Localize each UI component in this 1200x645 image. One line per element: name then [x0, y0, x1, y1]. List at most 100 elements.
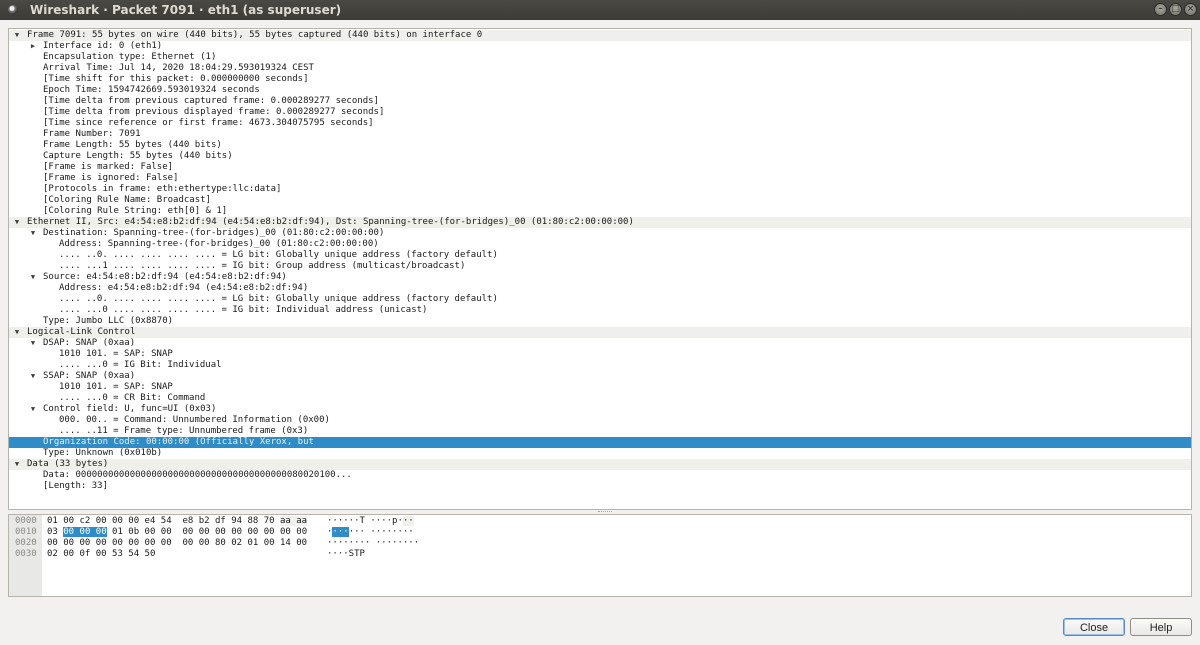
title-bar: Wireshark · Packet 7091 · eth1 (as super… — [0, 0, 1200, 20]
tree-row-label: Type: Jumbo LLC (0x8870) — [43, 316, 174, 326]
tree-row[interactable]: [Time delta from previous captured frame… — [9, 96, 1191, 107]
bytes-ascii[interactable]: ······· ········ — [327, 527, 414, 538]
bytes-ascii[interactable]: ····STP — [327, 549, 365, 560]
bytes-hex[interactable]: 01 00 c2 00 00 00 e4 54 e8 b2 df 94 88 7… — [47, 516, 308, 527]
tree-row-label: Ethernet II, Src: e4:54:e8:b2:df:94 (e4:… — [27, 217, 634, 227]
tree-row-label: Address: Spanning-tree-(for-bridges)_00 … — [59, 239, 379, 249]
bytes-hex[interactable]: 02 00 0f 00 53 54 50 — [47, 549, 155, 560]
tree-row[interactable]: Type: Jumbo LLC (0x8870) — [9, 316, 1191, 327]
tree-row-label: Frame 7091: 55 bytes on wire (440 bits),… — [27, 30, 483, 40]
tree-row[interactable]: 1010 101. = SAP: SNAP — [9, 349, 1191, 360]
tree-row[interactable]: [Frame is marked: False] — [9, 162, 1191, 173]
bytes-hex[interactable]: 00 00 00 00 00 00 00 00 00 00 80 02 01 0… — [47, 538, 307, 549]
expand-arrow-icon[interactable]: ▼ — [28, 228, 38, 239]
tree-row[interactable]: Epoch Time: 1594742669.593019324 seconds — [9, 85, 1191, 96]
tree-row[interactable]: .... ..11 = Frame type: Unnumbered frame… — [9, 426, 1191, 437]
tree-row-label: 1010 101. = SAP: SNAP — [59, 349, 173, 359]
expand-arrow-icon[interactable]: ▼ — [12, 327, 22, 338]
tree-row-label: .... ..0. .... .... .... .... = LG bit: … — [59, 250, 498, 260]
expand-arrow-icon[interactable]: ▼ — [28, 272, 38, 283]
tree-row[interactable]: ▼ DSAP: SNAP (0xaa) — [9, 338, 1191, 349]
hex-segment[interactable]: 01 00 c2 00 00 00 e4 54 e8 b2 df 94 88 7… — [47, 516, 280, 526]
tree-row-label: [Coloring Rule Name: Broadcast] — [43, 195, 211, 205]
tree-row[interactable]: .... ...0 = IG Bit: Individual — [9, 360, 1191, 371]
tree-row[interactable]: [Time since reference or first frame: 46… — [9, 118, 1191, 129]
tree-row[interactable]: [Coloring Rule String: eth[0] & 1] — [9, 206, 1191, 217]
tree-row[interactable]: Encapsulation type: Ethernet (1) — [9, 52, 1191, 63]
tree-row[interactable]: Frame Number: 7091 — [9, 129, 1191, 140]
maximize-window-button[interactable]: □ — [1169, 3, 1182, 16]
expand-arrow-icon[interactable]: ▼ — [12, 217, 22, 228]
hex-segment[interactable]: 00 00 00 00 00 00 00 00 00 00 80 02 01 0… — [47, 538, 307, 548]
tree-row-label: [Length: 33] — [43, 481, 109, 491]
ascii-segment[interactable]: ········ ········ — [327, 538, 419, 548]
tree-row-label: .... ...1 .... .... .... .... = IG bit: … — [59, 261, 466, 271]
hex-segment[interactable]: 03 — [47, 527, 63, 537]
hex-segment[interactable]: 02 00 0f 00 53 54 50 — [47, 549, 155, 559]
tree-row-label: [Time since reference or first frame: 46… — [43, 118, 374, 128]
tree-row[interactable]: .... ..0. .... .... .... .... = LG bit: … — [9, 294, 1191, 305]
tree-row[interactable]: Data: 0000000000000000000000000000000000… — [9, 470, 1191, 481]
bytes-ascii[interactable]: ········ ········ — [327, 538, 419, 549]
hex-segment[interactable]: 00 00 00 — [63, 527, 107, 537]
tree-row[interactable]: 000. 00.. = Command: Unnumbered Informat… — [9, 415, 1191, 426]
bytes-ascii[interactable]: ······T ····p··· — [327, 516, 414, 527]
tree-row[interactable]: 1010 101. = SAP: SNAP — [9, 382, 1191, 393]
tree-row[interactable]: [Coloring Rule Name: Broadcast] — [9, 195, 1191, 206]
tree-row[interactable]: [Length: 33] — [9, 481, 1191, 492]
ascii-segment[interactable]: ··· — [332, 527, 349, 537]
packet-details-tree[interactable]: ▼ Frame 7091: 55 bytes on wire (440 bits)… — [8, 28, 1192, 510]
tree-row-label: Data: 0000000000000000000000000000000000… — [43, 470, 352, 480]
tree-row[interactable]: .... ...0 .... .... .... .... = IG bit: … — [9, 305, 1191, 316]
tree-row-label: [Time shift for this packet: 0.000000000… — [43, 74, 309, 84]
tree-row[interactable]: [Protocols in frame: eth:ethertype:llc:d… — [9, 184, 1191, 195]
tree-row[interactable]: ▼ Source: e4:54:e8:b2:df:94 (e4:54:e8:b2:… — [9, 272, 1191, 283]
tree-row-label: [Protocols in frame: eth:ethertype:llc:d… — [43, 184, 282, 194]
tree-row[interactable]: ▼ Control field: U, func=UI (0x03) — [9, 404, 1191, 415]
ascii-segment[interactable]: ·· — [402, 516, 414, 526]
bytes-offset: 0010 — [15, 527, 37, 537]
tree-toplevel-row[interactable]: ▼ Logical-Link Control — [9, 327, 1191, 338]
tree-row[interactable]: Capture Length: 55 bytes (440 bits) — [9, 151, 1191, 162]
expand-arrow-icon[interactable]: ▼ — [28, 371, 38, 382]
tree-toplevel-row[interactable]: ▼ Ethernet II, Src: e4:54:e8:b2:df:94 (e4… — [9, 217, 1191, 228]
tree-row[interactable]: Frame Length: 55 bytes (440 bits) — [9, 140, 1191, 151]
tree-row[interactable]: Type: Unknown (0x010b) — [9, 448, 1191, 459]
tree-row[interactable]: Organization Code: 00:00:00 (Officially … — [9, 437, 1191, 448]
close-button[interactable]: Close — [1063, 618, 1125, 636]
tree-row[interactable]: ▶ Interface id: 0 (eth1) — [9, 41, 1191, 52]
tree-toplevel-row[interactable]: ▼ Frame 7091: 55 bytes on wire (440 bits)… — [9, 30, 1191, 41]
tree-row-label: Data (33 bytes) — [27, 459, 109, 469]
hex-segment[interactable]: 01 0b 00 00 00 00 00 00 00 00 00 00 — [107, 527, 307, 537]
minimize-window-button[interactable]: – — [1154, 3, 1167, 16]
tree-toplevel-row[interactable]: ▼ Data (33 bytes) — [9, 459, 1191, 470]
tree-row[interactable]: .... ..0. .... .... .... .... = LG bit: … — [9, 250, 1191, 261]
ascii-segment[interactable]: ··· ········ — [349, 527, 414, 537]
tree-row[interactable]: Address: Spanning-tree-(for-bridges)_00 … — [9, 239, 1191, 250]
bytes-hex[interactable]: 03 00 00 00 01 0b 00 00 00 00 00 00 00 0… — [47, 527, 307, 538]
expand-arrow-icon[interactable]: ▼ — [28, 404, 38, 415]
ascii-segment[interactable]: ····STP — [327, 549, 365, 559]
tree-row[interactable]: .... ...1 .... .... .... .... = IG bit: … — [9, 261, 1191, 272]
tree-row[interactable]: [Time delta from previous displayed fram… — [9, 107, 1191, 118]
window-title: Wireshark · Packet 7091 · eth1 (as super… — [30, 3, 342, 17]
expand-arrow-icon[interactable]: ▼ — [28, 338, 38, 349]
tree-row[interactable]: [Frame is ignored: False] — [9, 173, 1191, 184]
tree-row-label: Destination: Spanning-tree-(for-bridges)… — [43, 228, 385, 238]
tree-row[interactable]: .... ...0 = CR Bit: Command — [9, 393, 1191, 404]
expand-arrow-icon[interactable]: ▼ — [12, 459, 22, 470]
tree-row[interactable]: Arrival Time: Jul 14, 2020 18:04:29.5930… — [9, 63, 1191, 74]
tree-row-label: Organization Code: 00:00:00 (Officially … — [43, 437, 314, 447]
close-window-button[interactable]: × — [1184, 3, 1197, 16]
packet-bytes-pane[interactable]: 0000 01 00 c2 00 00 00 e4 54 e8 b2 df 94 … — [8, 514, 1192, 597]
tree-row-label: Type: Unknown (0x010b) — [43, 448, 163, 458]
tree-row[interactable]: ▼ SSAP: SNAP (0xaa) — [9, 371, 1191, 382]
tree-row[interactable]: Address: e4:54:e8:b2:df:94 (e4:54:e8:b2:… — [9, 283, 1191, 294]
collapse-arrow-icon[interactable]: ▶ — [28, 41, 38, 52]
tree-row[interactable]: ▼ Destination: Spanning-tree-(for-bridges… — [9, 228, 1191, 239]
ascii-segment[interactable]: ······T ····p· — [327, 516, 403, 526]
help-button[interactable]: Help — [1130, 618, 1192, 636]
tree-row[interactable]: [Time shift for this packet: 0.000000000… — [9, 74, 1191, 85]
hex-segment[interactable]: aa aa — [280, 516, 308, 526]
expand-arrow-icon[interactable]: ▼ — [12, 30, 22, 41]
